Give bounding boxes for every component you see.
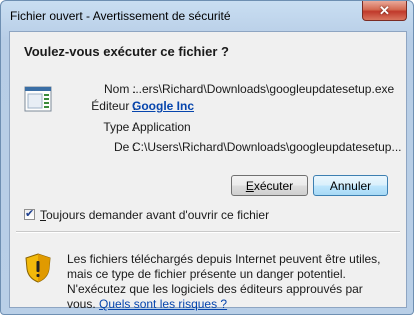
field-from-value: C:\Users\Richard\Downloads\googleupdates… — [132, 140, 402, 154]
title-bar[interactable]: Fichier ouvert - Avertissement de sécuri… — [1, 1, 413, 31]
field-publisher-label: Éditeur : — [91, 99, 136, 113]
run-accelerator: E — [245, 179, 254, 193]
window-title: Fichier ouvert - Avertissement de sécuri… — [10, 9, 231, 23]
security-warning-window: Fichier ouvert - Avertissement de sécuri… — [0, 0, 414, 315]
risks-link[interactable]: Quels sont les risques ? — [99, 297, 227, 311]
publisher-link[interactable]: Google Inc — [132, 99, 194, 113]
cancel-button[interactable]: Annuler — [313, 175, 388, 196]
dialog-content: Voulez-vous exécuter ce fichier ? Nom : … — [9, 31, 407, 311]
warning-message: Les fichiers téléchargés depuis Internet… — [67, 252, 393, 312]
security-shield-icon — [25, 253, 51, 283]
field-type-row: Type : Application — [10, 120, 406, 136]
always-ask-label[interactable]: Toujours demander avant d'ouvrir ce fich… — [40, 208, 269, 222]
separator — [16, 231, 400, 233]
field-name-value: ...ers\Richard\Downloads\googleupdateset… — [132, 82, 395, 96]
field-type-value: Application — [132, 120, 191, 134]
field-from-row: De : C:\Users\Richard\Downloads\googleup… — [10, 140, 406, 156]
close-icon: ✕ — [379, 3, 390, 18]
dialog-heading: Voulez-vous exécuter ce fichier ? — [24, 44, 229, 59]
checkmark-icon: ✔ — [25, 208, 35, 220]
field-name-row: Nom : ...ers\Richard\Downloads\googleupd… — [10, 82, 406, 98]
always-ask-checkbox[interactable]: ✔ — [24, 208, 35, 220]
run-button[interactable]: Exécuter — [231, 175, 308, 196]
field-publisher-row: Éditeur : Google Inc — [10, 99, 406, 115]
close-button[interactable]: ✕ — [362, 1, 407, 21]
